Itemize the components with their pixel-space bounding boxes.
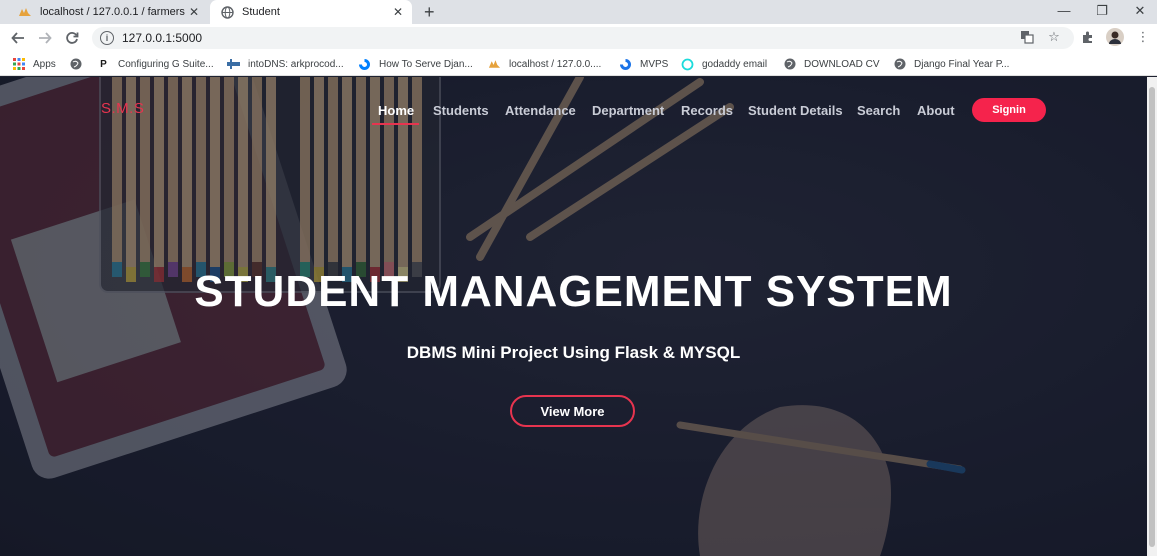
scrollbar-thumb[interactable] — [1149, 87, 1155, 547]
godaddy-icon — [681, 58, 694, 71]
signin-button[interactable]: Signin — [972, 98, 1046, 122]
bookmark-label: DOWNLOAD CV — [804, 58, 880, 70]
bookmark-django-final[interactable]: Django Final Year P... — [893, 56, 1009, 72]
minimize-icon[interactable]: — — [1049, 2, 1079, 20]
window-close-icon[interactable]: ✕ — [1125, 2, 1155, 20]
bookmark-label: localhost / 127.0.0.... — [509, 58, 602, 70]
globe-icon — [69, 58, 82, 71]
profile-avatar[interactable] — [1106, 28, 1124, 46]
phpmyadmin-icon — [18, 5, 32, 19]
bookmark-intodns[interactable]: intoDNS: arkprocod... — [227, 56, 344, 72]
bookmarks-bar: Apps P Configuring G Suite... intoDNS: a… — [0, 52, 1157, 76]
tab-strip: localhost / 127.0.0.1 / farmers | p ✕ St… — [0, 0, 1157, 24]
reload-icon[interactable] — [63, 29, 81, 47]
tab-title: Student — [242, 6, 280, 18]
bookmark-label: intoDNS: arkprocod... — [248, 58, 344, 70]
view-more-button[interactable]: View More — [510, 395, 635, 427]
globe-icon — [783, 58, 796, 71]
close-tab-icon[interactable]: ✕ — [186, 4, 202, 20]
nav-student-details[interactable]: Student Details — [748, 103, 843, 118]
bookmark-globe[interactable] — [69, 56, 90, 72]
nav-search[interactable]: Search — [857, 103, 900, 118]
hero-section: S.M.S Home Students Attendance Departmen… — [0, 77, 1147, 556]
hero-title: STUDENT MANAGEMENT SYSTEM — [194, 267, 953, 316]
bookmark-localhost[interactable]: localhost / 127.0.0.... — [488, 56, 601, 72]
bookmark-label: Django Final Year P... — [914, 58, 1010, 70]
menu-kebab-icon[interactable]: ⋮ — [1134, 28, 1152, 46]
dns-icon — [227, 58, 240, 71]
bookmark-django-serve[interactable]: How To Serve Djan... — [358, 56, 473, 72]
bookmark-star-icon[interactable]: ☆ — [1045, 28, 1063, 46]
bookmark-label: MVPS — [640, 58, 669, 70]
back-icon[interactable] — [9, 29, 27, 47]
tab-phpmyadmin[interactable]: localhost / 127.0.0.1 / farmers | p ✕ — [8, 0, 208, 24]
close-tab-icon[interactable]: ✕ — [390, 4, 406, 20]
bookmark-label: Apps — [33, 58, 56, 70]
tab-title: localhost / 127.0.0.1 / farmers | p — [40, 6, 186, 18]
nav-attendance[interactable]: Attendance — [505, 103, 576, 118]
bookmark-godaddy[interactable]: godaddy email — [681, 56, 767, 72]
bookmark-mvps[interactable]: MVPS — [619, 56, 668, 72]
bookmark-label: godaddy email — [702, 58, 768, 70]
tab-student[interactable]: Student ✕ — [210, 0, 412, 24]
new-tab-button[interactable]: + — [424, 2, 435, 22]
globe-icon — [893, 58, 906, 71]
nav-home[interactable]: Home — [378, 103, 414, 118]
nav-department[interactable]: Department — [592, 103, 664, 118]
bookmark-gsuite[interactable]: P Configuring G Suite... — [97, 56, 214, 72]
nav-records[interactable]: Records — [681, 103, 733, 118]
globe-icon — [220, 5, 234, 19]
page-scrollbar[interactable] — [1147, 77, 1157, 556]
forward-icon[interactable] — [36, 29, 54, 47]
translate-icon[interactable] — [1018, 28, 1036, 46]
bookmark-label: Configuring G Suite... — [118, 58, 214, 70]
bookmark-download-cv[interactable]: DOWNLOAD CV — [783, 56, 880, 72]
bookmark-label: How To Serve Djan... — [379, 58, 473, 70]
nav-about[interactable]: About — [917, 103, 955, 118]
browser-toolbar: i 127.0.0.1:5000 ☆ ⋮ — [0, 24, 1157, 52]
extensions-icon[interactable] — [1079, 28, 1097, 46]
mvps-icon — [619, 58, 632, 71]
restore-icon[interactable]: ❐ — [1087, 2, 1117, 20]
url-text: 127.0.0.1:5000 — [122, 31, 203, 45]
p-logo-icon: P — [100, 58, 107, 70]
bookmark-apps[interactable]: Apps — [12, 56, 56, 72]
nav-active-indicator — [372, 123, 419, 125]
apps-grid-icon — [12, 58, 25, 71]
hero-subtitle: DBMS Mini Project Using Flask & MYSQL — [406, 343, 741, 362]
site-info-icon[interactable]: i — [100, 31, 114, 45]
site-brand-logo[interactable]: S.M.S — [101, 100, 144, 117]
digitalocean-icon — [358, 58, 371, 71]
nav-students[interactable]: Students — [433, 103, 489, 118]
address-bar[interactable]: i 127.0.0.1:5000 — [92, 27, 1074, 49]
phpmyadmin-icon — [488, 58, 501, 71]
